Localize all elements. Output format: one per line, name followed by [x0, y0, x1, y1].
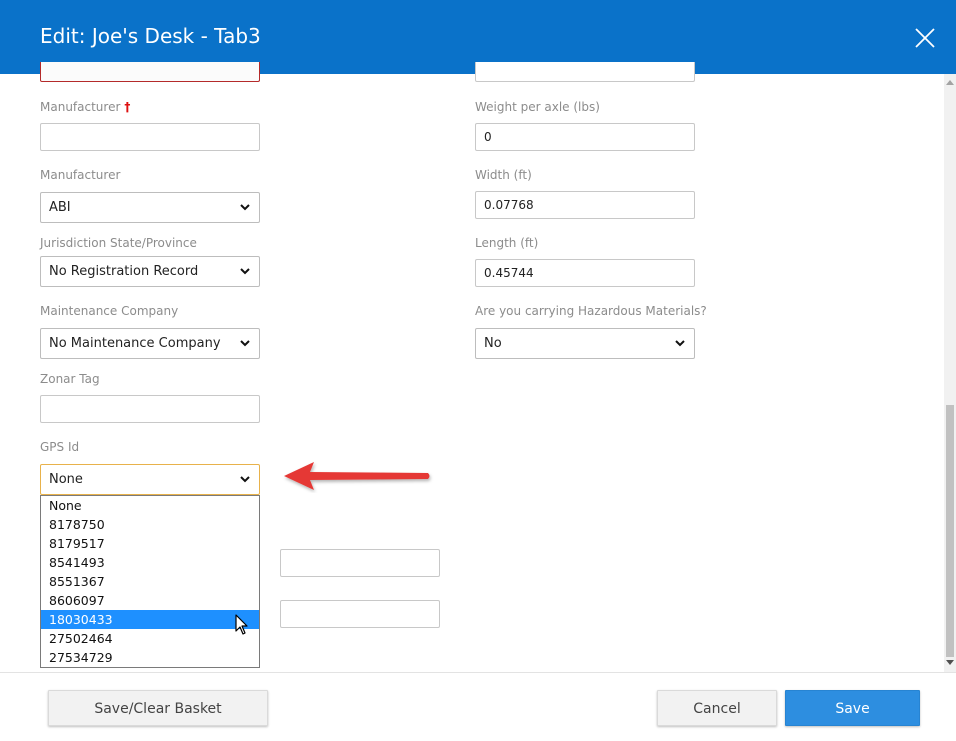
hazardous-select[interactable]: No	[475, 328, 695, 359]
chevron-down-icon	[240, 476, 250, 483]
chevron-down-icon	[240, 204, 250, 211]
jurisdiction-select[interactable]: No Registration Record	[40, 256, 260, 287]
dialog-footer: Save/Clear Basket Cancel Save	[0, 672, 956, 741]
gps-id-option[interactable]: 8551367	[41, 572, 259, 591]
gps-id-option[interactable]: 8178750	[41, 515, 259, 534]
gps-id-option[interactable]: 27502464	[41, 629, 259, 648]
length-label: Length (ft)	[475, 236, 539, 250]
previous-field-right[interactable]	[475, 62, 695, 82]
manufacturer-select[interactable]: ABI	[40, 192, 260, 223]
gps-id-option[interactable]: 27534729	[41, 648, 259, 667]
jurisdiction-label: Jurisdiction State/Province	[40, 236, 197, 250]
maintenance-select[interactable]: No Maintenance Company	[40, 328, 260, 359]
cancel-button[interactable]: Cancel	[657, 690, 777, 726]
mouse-cursor-icon	[235, 614, 248, 635]
jurisdiction-select-value: No Registration Record	[49, 264, 199, 279]
weight-per-axle-label: Weight per axle (lbs)	[475, 100, 600, 114]
close-icon[interactable]	[912, 25, 938, 51]
manufacturer-label: Manufacturer †	[40, 100, 131, 114]
manufacturer-select-label: Manufacturer	[40, 168, 121, 182]
gps-id-select[interactable]: None	[40, 464, 260, 495]
save-button[interactable]: Save	[785, 690, 920, 726]
gps-id-option[interactable]: 8179517	[41, 534, 259, 553]
save-clear-basket-button[interactable]: Save/Clear Basket	[48, 690, 268, 726]
scrollbar-thumb[interactable]	[946, 405, 954, 657]
gps-id-option[interactable]: None	[41, 496, 259, 515]
annotation-arrow-icon	[284, 462, 430, 490]
previous-field-left[interactable]	[40, 62, 260, 82]
chevron-down-icon	[675, 340, 685, 347]
maintenance-select-value: No Maintenance Company	[49, 336, 221, 351]
chevron-down-icon	[240, 340, 250, 347]
hidden-field-1[interactable]	[280, 549, 440, 577]
hazardous-label: Are you carrying Hazardous Materials?	[475, 304, 707, 318]
manufacturer-select-value: ABI	[49, 200, 71, 215]
chevron-down-icon	[240, 268, 250, 275]
scroll-up-icon[interactable]	[946, 80, 954, 85]
hidden-field-2[interactable]	[280, 600, 440, 628]
gps-id-label: GPS Id	[40, 440, 80, 454]
gps-id-option[interactable]: 8606097	[41, 591, 259, 610]
weight-per-axle-input[interactable]: 0	[475, 123, 695, 151]
width-input[interactable]: 0.07768	[475, 191, 695, 219]
hazardous-select-value: No	[484, 336, 502, 351]
manufacturer-input[interactable]	[40, 123, 260, 151]
scroll-down-icon[interactable]	[946, 660, 954, 665]
dialog-title: Edit: Joe's Desk - Tab3	[40, 24, 261, 48]
zonar-tag-input[interactable]	[40, 395, 260, 423]
required-mark: †	[124, 100, 131, 114]
gps-id-select-value: None	[49, 472, 83, 487]
gps-id-option[interactable]: 8541493	[41, 553, 259, 572]
zonar-tag-label: Zonar Tag	[40, 372, 100, 386]
gps-id-option[interactable]: 18030433	[41, 610, 259, 629]
length-input[interactable]: 0.45744	[475, 259, 695, 287]
maintenance-label: Maintenance Company	[40, 304, 179, 318]
gps-id-dropdown-list: None 8178750 8179517 8541493 8551367 8606097 1…	[40, 495, 260, 668]
width-label: Width (ft)	[475, 168, 532, 182]
